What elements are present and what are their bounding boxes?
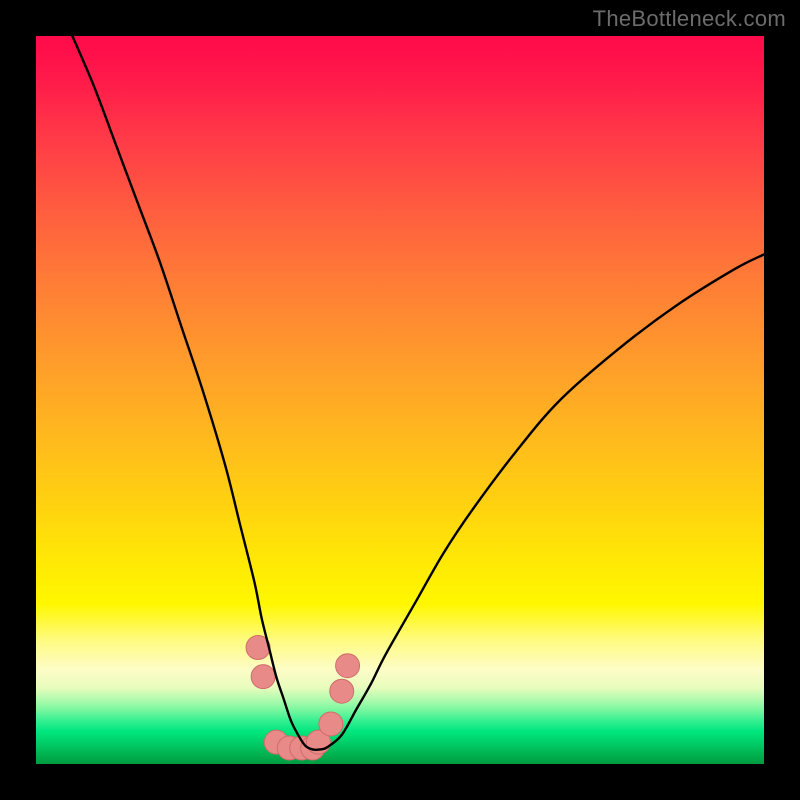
data-marker bbox=[251, 665, 275, 689]
chart-overlay-svg bbox=[36, 36, 764, 764]
data-marker bbox=[319, 712, 343, 736]
bottleneck-curve-path bbox=[72, 36, 764, 750]
chart-plot-area bbox=[36, 36, 764, 764]
watermark-text: TheBottleneck.com bbox=[593, 6, 786, 32]
data-marker bbox=[336, 654, 360, 678]
data-marker bbox=[330, 679, 354, 703]
outer-frame: TheBottleneck.com bbox=[0, 0, 800, 800]
